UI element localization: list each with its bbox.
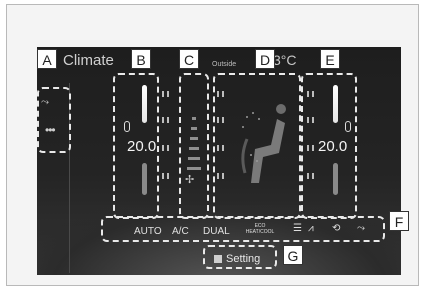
outside-temperature: 3°C <box>273 52 297 68</box>
callout-g: G <box>283 245 303 265</box>
region-d-outline <box>213 73 301 219</box>
callout-e: E <box>320 49 340 69</box>
region-c-outline <box>179 73 209 219</box>
figure-frame: Climate Outside 3°C ⤳ ••• 20.0 ✢ 20.0 AU… <box>6 4 419 286</box>
vent-tick <box>167 117 169 123</box>
region-e-outline <box>301 73 357 219</box>
region-g-outline <box>203 245 277 269</box>
callout-c: C <box>179 49 199 69</box>
region-b-outline <box>113 73 159 219</box>
screen-title: Climate <box>63 52 114 69</box>
vent-tick <box>167 91 169 97</box>
outside-label: Outside <box>212 61 237 68</box>
callout-d: D <box>255 49 275 69</box>
vent-tick <box>162 117 164 123</box>
callout-b: B <box>131 49 151 69</box>
vent-tick <box>162 91 164 97</box>
callout-f: F <box>389 211 409 231</box>
region-a-outline <box>37 87 71 153</box>
vent-tick <box>162 145 164 151</box>
callout-a: A <box>37 49 57 69</box>
vent-tick <box>162 173 164 179</box>
region-f-outline <box>101 216 385 242</box>
vent-tick <box>167 145 169 151</box>
vent-tick <box>167 173 169 179</box>
